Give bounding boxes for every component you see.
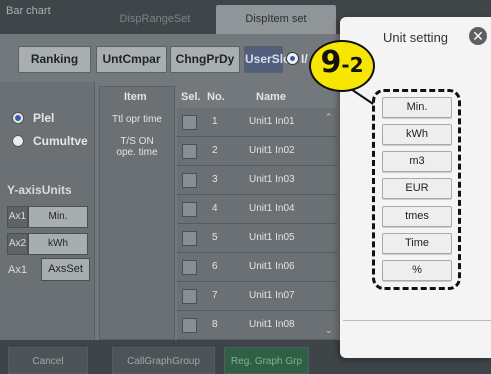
table-row[interactable]: 1 Unit1 In01 <box>177 108 337 137</box>
select-checkbox[interactable] <box>182 115 197 130</box>
scroll-down-icon[interactable]: ⌄ <box>325 325 333 336</box>
row-number: 1 <box>212 116 218 127</box>
tab-disp-item-set[interactable]: DispItem set <box>216 5 336 34</box>
parallel-radio[interactable] <box>12 112 24 124</box>
unit-compare-button[interactable]: UntCmpar <box>96 46 167 73</box>
table-row[interactable]: 7 Unit1 In07 <box>177 282 337 311</box>
select-checkbox[interactable] <box>182 202 197 217</box>
select-checkbox[interactable] <box>182 260 197 275</box>
name-header: Name <box>256 91 286 103</box>
change-period-day-button[interactable]: ChngPrDy <box>170 46 240 73</box>
tab-bar-chart[interactable]: Bar chart <box>0 0 95 29</box>
table-row[interactable]: 2 Unit1 In02 <box>177 137 337 166</box>
register-graph-group-button[interactable]: Reg. Graph Grp <box>224 347 309 374</box>
row-number: 5 <box>212 232 218 243</box>
close-icon[interactable]: ✕ <box>469 27 487 45</box>
select-checkbox[interactable] <box>182 289 197 304</box>
row-name: Unit1 In04 <box>249 203 295 214</box>
scroll-up-icon[interactable]: ⌃ <box>325 112 333 123</box>
row-name: Unit1 In07 <box>249 290 295 301</box>
unit-option-times-button[interactable]: tmes <box>382 206 452 227</box>
unit-option-time-button[interactable]: Time <box>382 233 452 254</box>
row-name: Unit1 In03 <box>249 174 295 185</box>
row-number: 8 <box>212 319 218 330</box>
sel-header: Sel. <box>181 91 201 103</box>
y-axis-units-label: Y-axisUnits <box>7 183 72 197</box>
parallel-radio-label: Plel <box>33 111 55 125</box>
axis1-label: Ax1 <box>7 206 28 228</box>
table-row[interactable]: 4 Unit1 In04 <box>177 195 337 224</box>
cumulative-radio[interactable] <box>12 135 24 147</box>
axis2-label: Ax2 <box>7 233 28 255</box>
dialog-title: Unit setting <box>383 30 449 45</box>
axis1-unit-button[interactable]: Min. <box>28 206 88 228</box>
row-number: 2 <box>212 145 218 156</box>
unit-option-min-button[interactable]: Min. <box>382 97 452 118</box>
axis-set-button[interactable]: AxsSet <box>41 258 90 281</box>
io-radio[interactable] <box>286 52 299 65</box>
row-number: 4 <box>212 203 218 214</box>
table-row[interactable]: 5 Unit1 In05 <box>177 224 337 253</box>
no-header: No. <box>207 91 225 103</box>
row-name: Unit1 In08 <box>249 319 295 330</box>
step-badge-number: 9 <box>320 45 342 80</box>
step-badge-subnumber: -2 <box>341 53 364 77</box>
step-badge-label: 9-2 <box>314 45 370 80</box>
select-checkbox[interactable] <box>182 318 197 333</box>
table-row[interactable]: 8 Unit1 In08 <box>177 311 337 340</box>
io-radio-label: I/ <box>301 52 308 66</box>
table-row[interactable]: 6 Unit1 In06 <box>177 253 337 282</box>
row-name: Unit1 In01 <box>249 116 295 127</box>
unit-list: 1 Unit1 In01 2 Unit1 In02 3 Unit1 In03 4… <box>177 108 337 340</box>
cancel-button[interactable]: Cancel <box>8 347 88 374</box>
row-number: 7 <box>212 290 218 301</box>
user-select-button[interactable]: UserSlct <box>244 46 294 73</box>
unit-option-kwh-button[interactable]: kWh <box>382 124 452 145</box>
call-graph-group-button[interactable]: CallGraphGroup <box>112 347 215 374</box>
row-name: Unit1 In06 <box>249 261 295 272</box>
axis2-unit-button[interactable]: kWh <box>28 233 88 255</box>
unit-option-m3-button[interactable]: m3 <box>382 151 452 172</box>
unit-option-eur-button[interactable]: EUR <box>382 178 452 199</box>
row-name: Unit1 In02 <box>249 145 295 156</box>
row-name: Unit1 In05 <box>249 232 295 243</box>
tab-disp-range-set[interactable]: DispRangeSet <box>95 5 215 34</box>
item-total-operation-time[interactable]: Ttl opr time <box>99 114 175 125</box>
table-row[interactable]: 3 Unit1 In03 <box>177 166 337 195</box>
select-checkbox[interactable] <box>182 173 197 188</box>
row-number: 6 <box>212 261 218 272</box>
item-header: Item <box>124 91 147 103</box>
cumulative-radio-label: Cumultve <box>33 134 88 148</box>
select-checkbox[interactable] <box>182 231 197 246</box>
ranking-button[interactable]: Ranking <box>18 46 91 73</box>
unit-option-percent-button[interactable]: % <box>382 260 452 281</box>
item-ts-on-operation-time[interactable]: T/S ON ope. time <box>99 136 175 158</box>
select-checkbox[interactable] <box>182 144 197 159</box>
row-number: 3 <box>212 174 218 185</box>
dialog-divider <box>343 320 491 321</box>
axset-axis-label: Ax1 <box>8 264 27 276</box>
